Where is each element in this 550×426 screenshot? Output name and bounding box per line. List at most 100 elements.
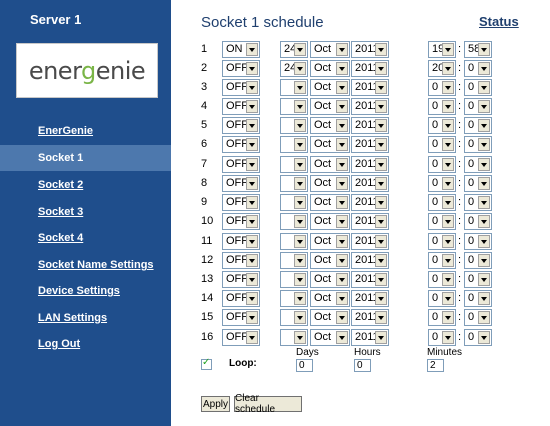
dropdown-arrow-icon[interactable] xyxy=(336,138,348,151)
dropdown-arrow-icon[interactable] xyxy=(442,100,454,113)
hour-select[interactable]: 0 xyxy=(428,98,456,115)
hour-select[interactable]: 0 xyxy=(428,329,456,346)
dropdown-arrow-icon[interactable] xyxy=(375,81,387,94)
dropdown-arrow-icon[interactable] xyxy=(478,331,490,344)
dropdown-arrow-icon[interactable] xyxy=(442,235,454,248)
day-select[interactable] xyxy=(280,194,308,211)
dropdown-arrow-icon[interactable] xyxy=(442,81,454,94)
dropdown-arrow-icon[interactable] xyxy=(336,81,348,94)
dropdown-arrow-icon[interactable] xyxy=(246,100,258,113)
dropdown-arrow-icon[interactable] xyxy=(375,235,387,248)
dropdown-arrow-icon[interactable] xyxy=(442,311,454,324)
month-select[interactable]: Oct xyxy=(310,156,350,173)
dropdown-arrow-icon[interactable] xyxy=(442,62,454,75)
nav-item-socket-1[interactable]: Socket 1 xyxy=(0,145,171,171)
dropdown-arrow-icon[interactable] xyxy=(246,196,258,209)
action-select[interactable]: OFF xyxy=(222,252,260,269)
dropdown-arrow-icon[interactable] xyxy=(478,100,490,113)
dropdown-arrow-icon[interactable] xyxy=(294,215,306,228)
nav-link[interactable]: Socket Name Settings xyxy=(38,259,154,271)
nav-item-socket-name-settings[interactable]: Socket Name Settings xyxy=(0,252,171,278)
loop-days-input[interactable]: 0 xyxy=(296,359,313,372)
year-select[interactable]: 2011 xyxy=(351,213,389,230)
dropdown-arrow-icon[interactable] xyxy=(336,177,348,190)
day-select[interactable] xyxy=(280,136,308,153)
dropdown-arrow-icon[interactable] xyxy=(375,273,387,286)
hour-select[interactable]: 0 xyxy=(428,79,456,96)
year-select[interactable]: 2011 xyxy=(351,117,389,134)
dropdown-arrow-icon[interactable] xyxy=(336,273,348,286)
nav-link[interactable]: Device Settings xyxy=(38,285,120,297)
action-select[interactable]: OFF xyxy=(222,60,260,77)
nav-link[interactable]: EnerGenie xyxy=(38,125,93,137)
action-select[interactable]: OFF xyxy=(222,213,260,230)
day-select[interactable]: 24 xyxy=(280,41,308,58)
day-select[interactable] xyxy=(280,213,308,230)
hour-select[interactable]: 0 xyxy=(428,194,456,211)
loop-hours-input[interactable]: 0 xyxy=(354,359,371,372)
minute-select[interactable]: 0 xyxy=(464,60,492,77)
action-select[interactable]: OFF xyxy=(222,156,260,173)
dropdown-arrow-icon[interactable] xyxy=(375,62,387,75)
month-select[interactable]: Oct xyxy=(310,329,350,346)
dropdown-arrow-icon[interactable] xyxy=(246,62,258,75)
dropdown-arrow-icon[interactable] xyxy=(442,177,454,190)
dropdown-arrow-icon[interactable] xyxy=(336,158,348,171)
action-select[interactable]: OFF xyxy=(222,117,260,134)
day-select[interactable] xyxy=(280,309,308,326)
action-select[interactable]: OFF xyxy=(222,79,260,96)
year-select[interactable]: 2011 xyxy=(351,194,389,211)
dropdown-arrow-icon[interactable] xyxy=(442,273,454,286)
dropdown-arrow-icon[interactable] xyxy=(478,158,490,171)
dropdown-arrow-icon[interactable] xyxy=(478,138,490,151)
dropdown-arrow-icon[interactable] xyxy=(336,215,348,228)
action-select[interactable]: OFF xyxy=(222,233,260,250)
dropdown-arrow-icon[interactable] xyxy=(375,177,387,190)
day-select[interactable] xyxy=(280,98,308,115)
action-select[interactable]: OFF xyxy=(222,175,260,192)
year-select[interactable]: 2011 xyxy=(351,79,389,96)
nav-link[interactable]: Socket 1 xyxy=(38,152,83,164)
nav-link[interactable]: Log Out xyxy=(38,338,80,350)
dropdown-arrow-icon[interactable] xyxy=(478,273,490,286)
minute-select[interactable]: 0 xyxy=(464,290,492,307)
month-select[interactable]: Oct xyxy=(310,41,350,58)
dropdown-arrow-icon[interactable] xyxy=(246,331,258,344)
day-select[interactable] xyxy=(280,233,308,250)
hour-select[interactable]: 0 xyxy=(428,290,456,307)
dropdown-arrow-icon[interactable] xyxy=(294,62,306,75)
minute-select[interactable]: 0 xyxy=(464,329,492,346)
month-select[interactable]: Oct xyxy=(310,271,350,288)
dropdown-arrow-icon[interactable] xyxy=(336,235,348,248)
nav-item-socket-4[interactable]: Socket 4 xyxy=(0,225,171,251)
dropdown-arrow-icon[interactable] xyxy=(294,235,306,248)
day-select[interactable] xyxy=(280,290,308,307)
dropdown-arrow-icon[interactable] xyxy=(375,100,387,113)
hour-select[interactable]: 0 xyxy=(428,156,456,173)
dropdown-arrow-icon[interactable] xyxy=(246,254,258,267)
month-select[interactable]: Oct xyxy=(310,60,350,77)
minute-select[interactable]: 0 xyxy=(464,117,492,134)
dropdown-arrow-icon[interactable] xyxy=(478,196,490,209)
nav-item-lan-settings[interactable]: LAN Settings xyxy=(0,305,171,331)
dropdown-arrow-icon[interactable] xyxy=(294,81,306,94)
dropdown-arrow-icon[interactable] xyxy=(294,273,306,286)
year-select[interactable]: 2011 xyxy=(351,233,389,250)
day-select[interactable] xyxy=(280,117,308,134)
nav-item-device-settings[interactable]: Device Settings xyxy=(0,278,171,304)
year-select[interactable]: 2011 xyxy=(351,175,389,192)
dropdown-arrow-icon[interactable] xyxy=(478,292,490,305)
month-select[interactable]: Oct xyxy=(310,309,350,326)
nav-link[interactable]: Socket 4 xyxy=(38,232,83,244)
dropdown-arrow-icon[interactable] xyxy=(294,177,306,190)
dropdown-arrow-icon[interactable] xyxy=(375,196,387,209)
dropdown-arrow-icon[interactable] xyxy=(375,292,387,305)
day-select[interactable] xyxy=(280,79,308,96)
minute-select[interactable]: 58 xyxy=(464,41,492,58)
minute-select[interactable]: 0 xyxy=(464,98,492,115)
dropdown-arrow-icon[interactable] xyxy=(375,138,387,151)
hour-select[interactable]: 0 xyxy=(428,175,456,192)
year-select[interactable]: 2011 xyxy=(351,309,389,326)
hour-select[interactable]: 0 xyxy=(428,233,456,250)
dropdown-arrow-icon[interactable] xyxy=(478,177,490,190)
